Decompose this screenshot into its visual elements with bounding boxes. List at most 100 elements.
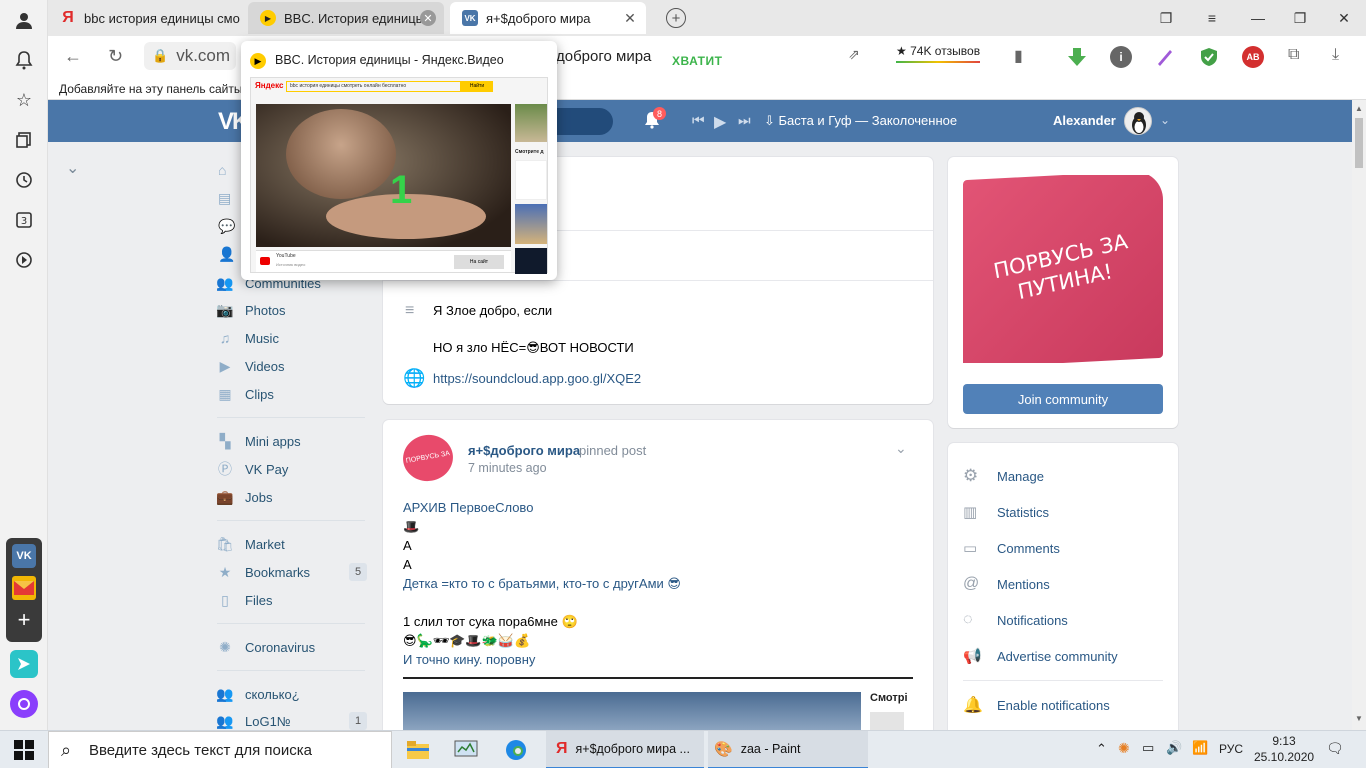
messenger-icon[interactable] [10,650,38,678]
user-avatar[interactable] [1124,107,1152,135]
menu-videos[interactable]: ▶ Videos [217,355,367,377]
windows-start-icon[interactable] [14,740,34,760]
volume-icon[interactable]: 🔊 [1166,740,1182,756]
network-icon[interactable]: 📶 [1192,740,1208,756]
vk-app-icon[interactable]: VK [12,544,36,568]
avatar-text: ПОРВУСЬ ЗА [405,450,451,465]
bookmark-icon[interactable]: ▮ [1014,46,1023,66]
cover-pad: ПОРВУСЬ ЗА ПУТИНА! [963,175,1163,363]
messages-icon[interactable]: 💬 [218,218,235,246]
chevron-down-icon[interactable]: ⌄ [1160,113,1170,127]
reload-icon[interactable]: ↻ [108,46,123,67]
play-circle-icon[interactable] [12,248,36,272]
close-tab-icon[interactable]: ✕ [622,10,638,26]
lightbulb-extension-icon[interactable]: i [1110,46,1132,68]
tab-manager-icon[interactable]: ❐ [1156,8,1176,28]
clock[interactable]: 9:13 25.10.2020 [1254,733,1314,765]
collections-icon[interactable] [12,128,36,152]
monitor-app-icon[interactable] [452,731,480,768]
action-statistics[interactable]: ▥ Statistics [963,494,1163,530]
collapse-menu-icon[interactable]: ⌄ [66,158,79,178]
mail-icon[interactable] [12,576,36,600]
reviews-badge[interactable]: ★ 74K отзывов [896,44,981,63]
new-tab-button[interactable]: + [666,8,686,28]
scroll-down-icon[interactable]: ▼ [1355,714,1363,723]
community-cover-image[interactable]: ПОРВУСЬ ЗА ПУТИНА! [963,175,1163,363]
file-explorer-icon[interactable] [404,731,432,768]
action-comments[interactable]: ▭ Comments [963,530,1163,566]
post-time[interactable]: 7 minutes ago [468,461,547,475]
menu-mini-apps[interactable]: ▚ Mini apps [217,430,367,452]
counter-icon[interactable]: 3 [12,208,36,232]
add-panel-icon[interactable]: + [12,607,36,632]
menu-jobs[interactable]: 💼 Jobs [216,486,367,508]
url-field[interactable]: 🔒 vk.com [144,42,236,70]
menu-vk-pay[interactable]: Ⓟ VK Pay [217,458,367,480]
tab-vk[interactable]: VK я+$доброго мира ✕ [450,2,646,34]
menu-market[interactable]: 🛍 Market [216,533,367,555]
post-options-chevron-icon[interactable]: ⌄ [895,440,907,457]
tab-preview-popup[interactable]: ▶ BBC. История единицы - Яндекс.Видео Ян… [241,41,557,280]
back-icon[interactable]: ← [64,46,82,67]
next-track-icon[interactable]: ⏭ [738,112,751,129]
battery-icon[interactable]: ▭ [1142,740,1154,756]
tab-yandex-search[interactable]: Я bbc история единицы смо [48,2,246,34]
pen-extension-icon[interactable] [1154,46,1176,68]
tray-expand-icon[interactable]: ⌃ [1096,741,1107,757]
website-link[interactable]: https://soundcloud.app.goo.gl/XQE2 [433,371,641,386]
shield-extension-icon[interactable] [1198,46,1220,68]
now-playing-track[interactable]: ⇩ Баста и Гуф — Заколоченное [764,113,957,129]
download-extension-icon[interactable] [1066,46,1088,68]
edge-browser-icon[interactable] [502,731,530,768]
share-icon[interactable]: ⇗ [848,46,860,63]
menu-photos[interactable]: 📷 Photos [216,299,367,321]
post-line: 1 слил тот сука пора6мне 🙄 [403,614,578,629]
action-notifications[interactable]: ◌ Notifications [963,602,1163,638]
restore-icon[interactable]: ❐ [1290,8,1310,28]
minimize-icon[interactable]: — [1248,8,1268,28]
taskbar-search-input[interactable]: ⌕ Введите здесь текст для поиска [48,731,392,768]
hvatit-badge[interactable]: ХВАТИТ [672,54,722,68]
menu-coronavirus[interactable]: ✺ Coronavirus [217,636,367,658]
menu-music[interactable]: ♫ Music [217,327,367,349]
page-scrollbar[interactable]: ▲ ▼ [1352,100,1366,730]
notification-bell-icon[interactable] [12,48,36,72]
previous-track-icon[interactable]: ⏮ [692,112,705,129]
post-author-avatar[interactable]: ПОРВУСЬ ЗА [399,431,457,485]
language-indicator[interactable]: РУС [1219,742,1243,756]
adblock-extension-icon[interactable]: AB [1242,46,1264,68]
join-community-button[interactable]: Join community [963,384,1163,414]
scrollbar-thumb[interactable] [1355,118,1363,168]
menu-clips[interactable]: ▦ Clips [217,383,367,405]
friends-icon[interactable]: 👤 [218,246,235,274]
menu-icon[interactable]: ≡ [1202,8,1222,28]
tab-yandex-video[interactable]: ▶ BBC. История единицы ✕ [248,2,444,34]
profile-icon[interactable] [12,8,36,32]
menu-group-log1[interactable]: 👥 LoG1№ 1 [216,710,367,732]
vk-username[interactable]: Alexander [1053,113,1116,128]
action-center-icon[interactable]: 🗨 [1326,740,1344,757]
history-icon[interactable] [12,168,36,192]
action-enable-notifications[interactable]: 🔔 Enable notifications [963,687,1163,723]
post-line[interactable]: АРХИВ ПервоеСлово [403,498,913,517]
action-manage[interactable]: ⚙ Manage [963,458,1163,494]
menu-bookmarks[interactable]: ★ Bookmarks 5 [217,561,367,583]
downloads-icon[interactable]: ⤓ [1332,46,1339,64]
scroll-up-icon[interactable]: ▲ [1355,104,1363,113]
favorites-star-icon[interactable]: ☆ [12,88,36,112]
tray-app-icon[interactable]: ✺ [1118,740,1130,757]
taskbar-yandex-window[interactable]: Я я+$доброго мира ... [546,731,704,768]
taskbar-paint-window[interactable]: 🎨 zaa - Paint [708,731,868,768]
action-advertise[interactable]: 📢 Advertise community [963,638,1163,674]
close-tab-icon[interactable]: ✕ [420,10,436,26]
alice-icon[interactable] [10,690,38,718]
post-author[interactable]: я+$доброго мира [468,443,580,458]
action-mentions[interactable]: @ Mentions [963,566,1163,602]
close-window-icon[interactable]: ✕ [1334,8,1354,28]
news-icon[interactable]: ▤ [218,190,234,218]
menu-files[interactable]: ▯ Files [217,589,367,611]
home-icon[interactable]: ⌂ [218,162,234,190]
collections-toolbar-icon[interactable]: ⧉ [1288,46,1299,64]
play-icon[interactable]: ▶ [714,112,726,132]
menu-group-skolko[interactable]: 👥 сколько¿ [216,683,367,705]
